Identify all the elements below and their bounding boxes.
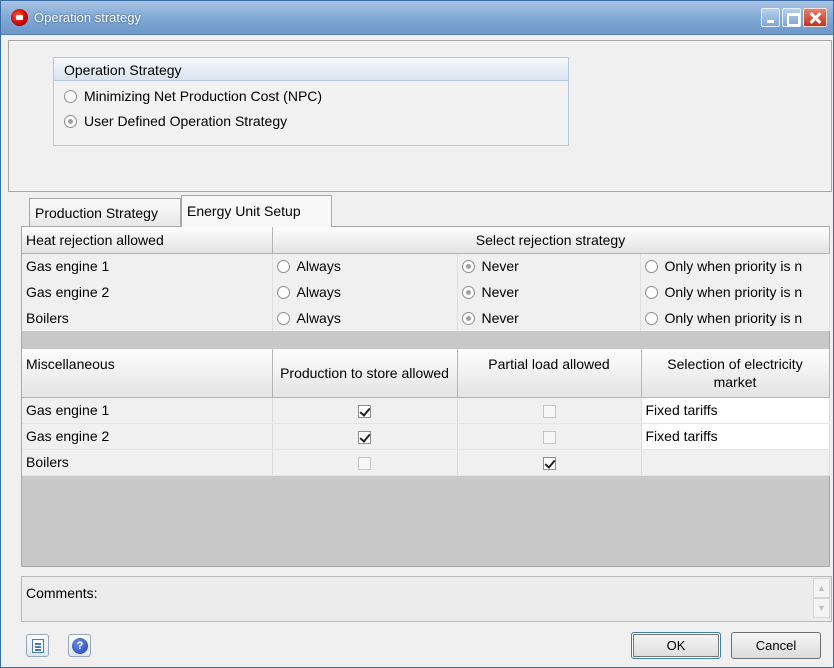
document-icon bbox=[32, 639, 44, 653]
minimize-button[interactable] bbox=[761, 8, 780, 27]
maximize-button[interactable] bbox=[782, 8, 801, 27]
separator bbox=[22, 335, 829, 349]
radio-button[interactable] bbox=[644, 311, 658, 325]
option-label: Only when priority is n bbox=[664, 258, 803, 275]
option-never[interactable]: Never bbox=[461, 284, 636, 300]
unit-name: Gas engine 2 bbox=[22, 423, 273, 450]
comments-scrollbar[interactable]: ▲ ▼ bbox=[813, 578, 830, 620]
radio-button[interactable] bbox=[276, 259, 290, 273]
market-cell bbox=[641, 449, 830, 476]
tab-production-strategy[interactable]: Production Strategy bbox=[29, 198, 181, 226]
energy-unit-setup-panel: Heat rejection allowed Select rejection … bbox=[21, 226, 830, 567]
table-row: Boilers bbox=[22, 449, 830, 476]
unit-name: Boilers bbox=[22, 305, 273, 331]
help-button[interactable]: ? bbox=[68, 634, 91, 657]
column-header: Selection of electricity market bbox=[641, 349, 830, 398]
tab-energy-unit-setup[interactable]: Energy Unit Setup bbox=[181, 195, 332, 227]
dialog-window: Operation strategy Operation Strategy Mi… bbox=[0, 0, 834, 668]
option-user-defined[interactable]: User Defined Operation Strategy bbox=[64, 111, 287, 131]
column-header: Heat rejection allowed bbox=[22, 227, 273, 254]
table-row: Boilers Always Never Only when priority … bbox=[22, 305, 830, 331]
radio-button[interactable] bbox=[644, 259, 658, 273]
radio-button[interactable] bbox=[276, 285, 290, 299]
option-only-when-priority[interactable]: Only when priority is n bbox=[644, 284, 825, 300]
option-always[interactable]: Always bbox=[276, 284, 453, 300]
close-button[interactable] bbox=[803, 8, 827, 27]
scroll-down-icon[interactable]: ▼ bbox=[813, 598, 830, 618]
column-header: Production to store allowed bbox=[272, 349, 458, 398]
window-title: Operation strategy bbox=[34, 10, 141, 25]
column-header: Miscellaneous bbox=[22, 349, 273, 398]
option-label: Minimizing Net Production Cost (NPC) bbox=[84, 88, 323, 104]
option-never[interactable]: Never bbox=[461, 258, 636, 275]
table-row: Gas engine 1 Fixed tariffs bbox=[22, 397, 830, 424]
heat-rejection-table: Heat rejection allowed Select rejection … bbox=[22, 227, 830, 331]
option-label: Only when priority is n bbox=[664, 284, 803, 300]
option-label: Always bbox=[296, 284, 341, 300]
option-label: Never bbox=[481, 310, 519, 326]
radio-button[interactable] bbox=[461, 311, 475, 325]
market-cell[interactable]: Fixed tariffs bbox=[641, 423, 830, 450]
unit-name: Gas engine 2 bbox=[22, 279, 273, 305]
notes-button[interactable] bbox=[26, 634, 49, 657]
cancel-button[interactable]: Cancel bbox=[731, 632, 821, 659]
option-label: Never bbox=[481, 284, 519, 300]
option-always[interactable]: Always bbox=[276, 258, 453, 275]
option-never[interactable]: Never bbox=[461, 310, 636, 326]
comments-label: Comments: bbox=[26, 585, 98, 601]
radio-button[interactable] bbox=[64, 89, 77, 103]
option-label: User Defined Operation Strategy bbox=[84, 113, 288, 129]
table-row: Gas engine 1 Always Never Only when prio… bbox=[22, 253, 830, 279]
miscellaneous-table: Miscellaneous Production to store allowe… bbox=[22, 349, 830, 476]
partial-load-checkbox[interactable] bbox=[542, 430, 556, 444]
radio-button[interactable] bbox=[461, 259, 475, 273]
store-checkbox[interactable] bbox=[358, 404, 371, 418]
unit-name: Gas engine 1 bbox=[22, 397, 273, 424]
option-label: Only when priority is n bbox=[664, 310, 803, 326]
option-only-when-priority[interactable]: Only when priority is n bbox=[644, 310, 825, 326]
scroll-up-icon[interactable]: ▲ bbox=[813, 578, 830, 598]
unit-name: Boilers bbox=[22, 449, 273, 476]
radio-button[interactable] bbox=[461, 285, 475, 299]
market-cell[interactable]: Fixed tariffs bbox=[641, 397, 830, 424]
partial-load-checkbox[interactable] bbox=[542, 456, 556, 470]
unit-name: Gas engine 1 bbox=[22, 253, 273, 279]
title-bar[interactable]: Operation strategy bbox=[1, 1, 833, 35]
radio-button[interactable] bbox=[644, 285, 658, 299]
radio-button[interactable] bbox=[64, 114, 77, 128]
column-header: Partial load allowed bbox=[457, 349, 642, 398]
table-row: Gas engine 2 Fixed tariffs bbox=[22, 423, 830, 450]
store-checkbox[interactable] bbox=[358, 430, 371, 444]
group-header: Operation Strategy bbox=[54, 58, 568, 81]
option-minimizing-npc[interactable]: Minimizing Net Production Cost (NPC) bbox=[64, 86, 322, 106]
help-icon: ? bbox=[72, 638, 88, 654]
table-row: Gas engine 2 Always Never Only when prio… bbox=[22, 279, 830, 305]
option-label: Never bbox=[481, 258, 519, 275]
partial-load-checkbox[interactable] bbox=[542, 404, 556, 418]
operation-strategy-group: Operation Strategy Minimizing Net Produc… bbox=[53, 57, 569, 146]
store-checkbox[interactable] bbox=[358, 456, 371, 470]
option-label: Always bbox=[296, 258, 341, 275]
option-only-when-priority[interactable]: Only when priority is n bbox=[644, 258, 825, 275]
radio-button[interactable] bbox=[276, 311, 290, 325]
comments-field[interactable]: Comments: ▲ ▼ bbox=[21, 576, 832, 622]
option-label: Always bbox=[296, 310, 341, 326]
app-icon bbox=[11, 9, 28, 26]
ok-button[interactable]: OK bbox=[631, 632, 721, 659]
column-header: Select rejection strategy bbox=[272, 227, 830, 254]
option-always[interactable]: Always bbox=[276, 310, 453, 326]
